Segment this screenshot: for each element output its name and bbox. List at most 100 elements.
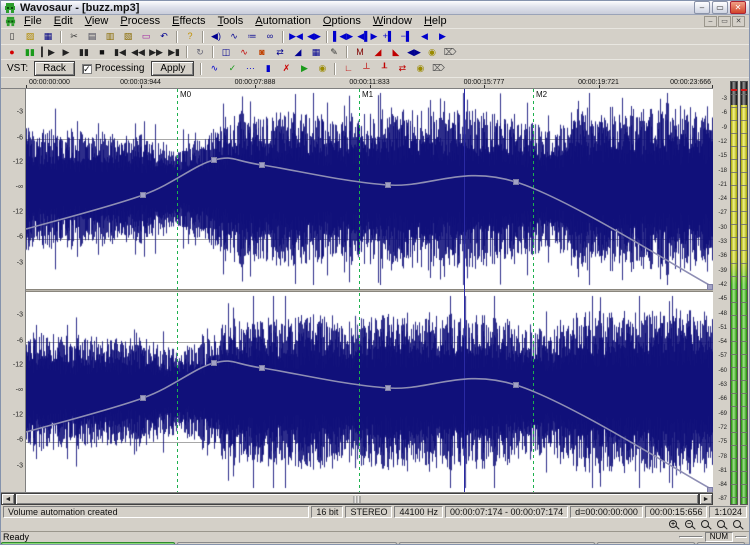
new-file-icon[interactable]: ▯: [4, 30, 20, 43]
envelope-handle[interactable]: [211, 360, 217, 366]
envelope-handle[interactable]: [140, 395, 146, 401]
replace-icon[interactable]: ◙: [254, 45, 270, 59]
go-end-icon[interactable]: ▶▮: [166, 45, 182, 59]
lock-icon[interactable]: ◉: [424, 45, 440, 59]
envelope-handle[interactable]: [513, 179, 519, 185]
next-view-icon[interactable]: ▶: [434, 30, 451, 43]
restore-button[interactable]: ▭: [712, 1, 728, 14]
envelope-handle[interactable]: [513, 382, 519, 388]
taskbar-button[interactable]: [177, 542, 397, 544]
scroll-left-button[interactable]: ◄: [1, 493, 15, 505]
point-icon[interactable]: ▮: [260, 62, 277, 75]
lock2-icon[interactable]: ◉: [412, 62, 429, 75]
menu-options[interactable]: Options: [317, 15, 367, 28]
go-start-icon[interactable]: ▮◀: [112, 45, 128, 59]
mdi-restore-button[interactable]: ▭: [718, 16, 731, 27]
transport-markers-icon[interactable]: ⇄: [394, 62, 411, 75]
loop-icon[interactable]: ↻: [192, 45, 208, 59]
cut-icon[interactable]: ✂: [66, 30, 82, 43]
zoom-h-in-icon[interactable]: ▶◀: [288, 30, 304, 43]
trash-icon[interactable]: ⌦: [430, 62, 447, 75]
zoom-in-button[interactable]: +: [667, 519, 681, 531]
envelope-curve[interactable]: [26, 360, 713, 491]
record-icon[interactable]: ●: [4, 45, 20, 59]
title-bar[interactable]: Wavosaur - [buzz.mp3] – ▭ ✕: [1, 1, 749, 15]
volume-envelope-left[interactable]: [26, 89, 713, 290]
menu-view[interactable]: View: [79, 15, 115, 28]
marker-add-icon[interactable]: ◢: [370, 45, 386, 59]
audio-device-icon[interactable]: ◀): [208, 30, 224, 43]
zoom-v-out-icon[interactable]: −▌: [398, 30, 415, 43]
rewind-icon[interactable]: ◀◀: [130, 45, 146, 59]
markers-all-icon[interactable]: ◀▶: [406, 45, 422, 59]
zoom-selection-icon[interactable]: ▌◀▶: [332, 30, 355, 43]
taskbar-button[interactable]: [597, 542, 695, 544]
processing-checkbox[interactable]: ✓: [81, 63, 92, 74]
grid-icon[interactable]: ▦: [308, 45, 324, 59]
menu-effects[interactable]: Effects: [166, 15, 211, 28]
close-button[interactable]: ✕: [730, 1, 746, 14]
mdi-minimize-button[interactable]: –: [704, 16, 717, 27]
minimize-button[interactable]: –: [694, 1, 710, 14]
forward-icon[interactable]: ▶▶: [148, 45, 164, 59]
envelope-handle[interactable]: [259, 162, 265, 168]
envelope-handle[interactable]: [211, 157, 217, 163]
marker-down-left-icon[interactable]: ┴: [358, 62, 375, 75]
validate-icon[interactable]: ✓: [224, 62, 241, 75]
volume-envelope-right[interactable]: [26, 292, 713, 492]
zoom-out-button[interactable]: −: [683, 519, 697, 531]
envelope-icon[interactable]: ∿: [206, 62, 223, 75]
left-channel[interactable]: [26, 89, 713, 290]
pause-loop-icon[interactable]: ▮▮: [22, 45, 38, 59]
menu-automation[interactable]: Automation: [249, 15, 317, 28]
zoom-all-icon[interactable]: ◀▌▶: [356, 30, 379, 43]
save-file-icon[interactable]: ▦: [40, 30, 56, 43]
help-icon[interactable]: ?: [182, 30, 198, 43]
loop-tool-icon[interactable]: ∿: [236, 45, 252, 59]
menu-window[interactable]: Window: [367, 15, 418, 28]
pause-icon[interactable]: ▮▮: [76, 45, 92, 59]
points-icon[interactable]: ···: [242, 62, 259, 75]
zoom-h-out-icon[interactable]: ◀▶: [306, 30, 322, 43]
undo-icon[interactable]: ↶: [156, 30, 172, 43]
menu-file[interactable]: File: [18, 15, 48, 28]
zoom-selection-button[interactable]: [715, 519, 729, 531]
marker-down-icon[interactable]: ┸: [376, 62, 393, 75]
envelope-handle[interactable]: [707, 284, 713, 290]
stop-icon[interactable]: ■: [94, 45, 110, 59]
play-cursor-icon[interactable]: ▎▶: [40, 45, 56, 59]
marker-del-icon[interactable]: ◣: [388, 45, 404, 59]
envelope-curve[interactable]: [26, 157, 713, 288]
link-icon[interactable]: ∞: [262, 30, 278, 43]
taskbar-button[interactable]: [697, 542, 745, 544]
processing-checkbox-wrap[interactable]: ✓ Processing: [81, 63, 144, 74]
zoom-100-button[interactable]: [699, 519, 713, 531]
levels-icon[interactable]: ≔: [244, 30, 260, 43]
play-box-icon[interactable]: ▶: [296, 62, 313, 75]
paste-new-icon[interactable]: ▧: [120, 30, 136, 43]
zoom-v-in-icon[interactable]: +▌: [380, 30, 397, 43]
vst-apply-button[interactable]: Apply: [151, 61, 195, 76]
prev-view-icon[interactable]: ◀: [416, 30, 433, 43]
envelope-handle[interactable]: [707, 487, 713, 493]
loop-start-icon[interactable]: ∟: [340, 62, 357, 75]
trim-icon[interactable]: ▭: [138, 30, 154, 43]
menu-edit[interactable]: Edit: [48, 15, 79, 28]
taskbar-button[interactable]: [399, 542, 595, 544]
clear-icon[interactable]: ✗: [278, 62, 295, 75]
envelope-handle[interactable]: [385, 182, 391, 188]
interpolate-icon[interactable]: ∿: [226, 30, 242, 43]
scrollbar-thumb[interactable]: [15, 493, 699, 505]
copy-icon[interactable]: ▤: [84, 30, 100, 43]
envelope-handle[interactable]: [140, 192, 146, 198]
envelope-handle[interactable]: [259, 365, 265, 371]
paste-icon[interactable]: ▥: [102, 30, 118, 43]
time-ruler[interactable]: 00:00:00:000 00:00:03:944 00:00:07:888 00:0…: [1, 78, 713, 89]
envelope-handle[interactable]: [385, 385, 391, 391]
waveform-area[interactable]: M0 M1 M2: [26, 89, 713, 492]
horizontal-scrollbar[interactable]: ◄ ►: [1, 492, 713, 505]
play-icon[interactable]: ▶: [58, 45, 74, 59]
mdi-close-button[interactable]: ✕: [732, 16, 745, 27]
menu-process[interactable]: Process: [114, 15, 166, 28]
marker-icon[interactable]: M: [352, 45, 368, 59]
